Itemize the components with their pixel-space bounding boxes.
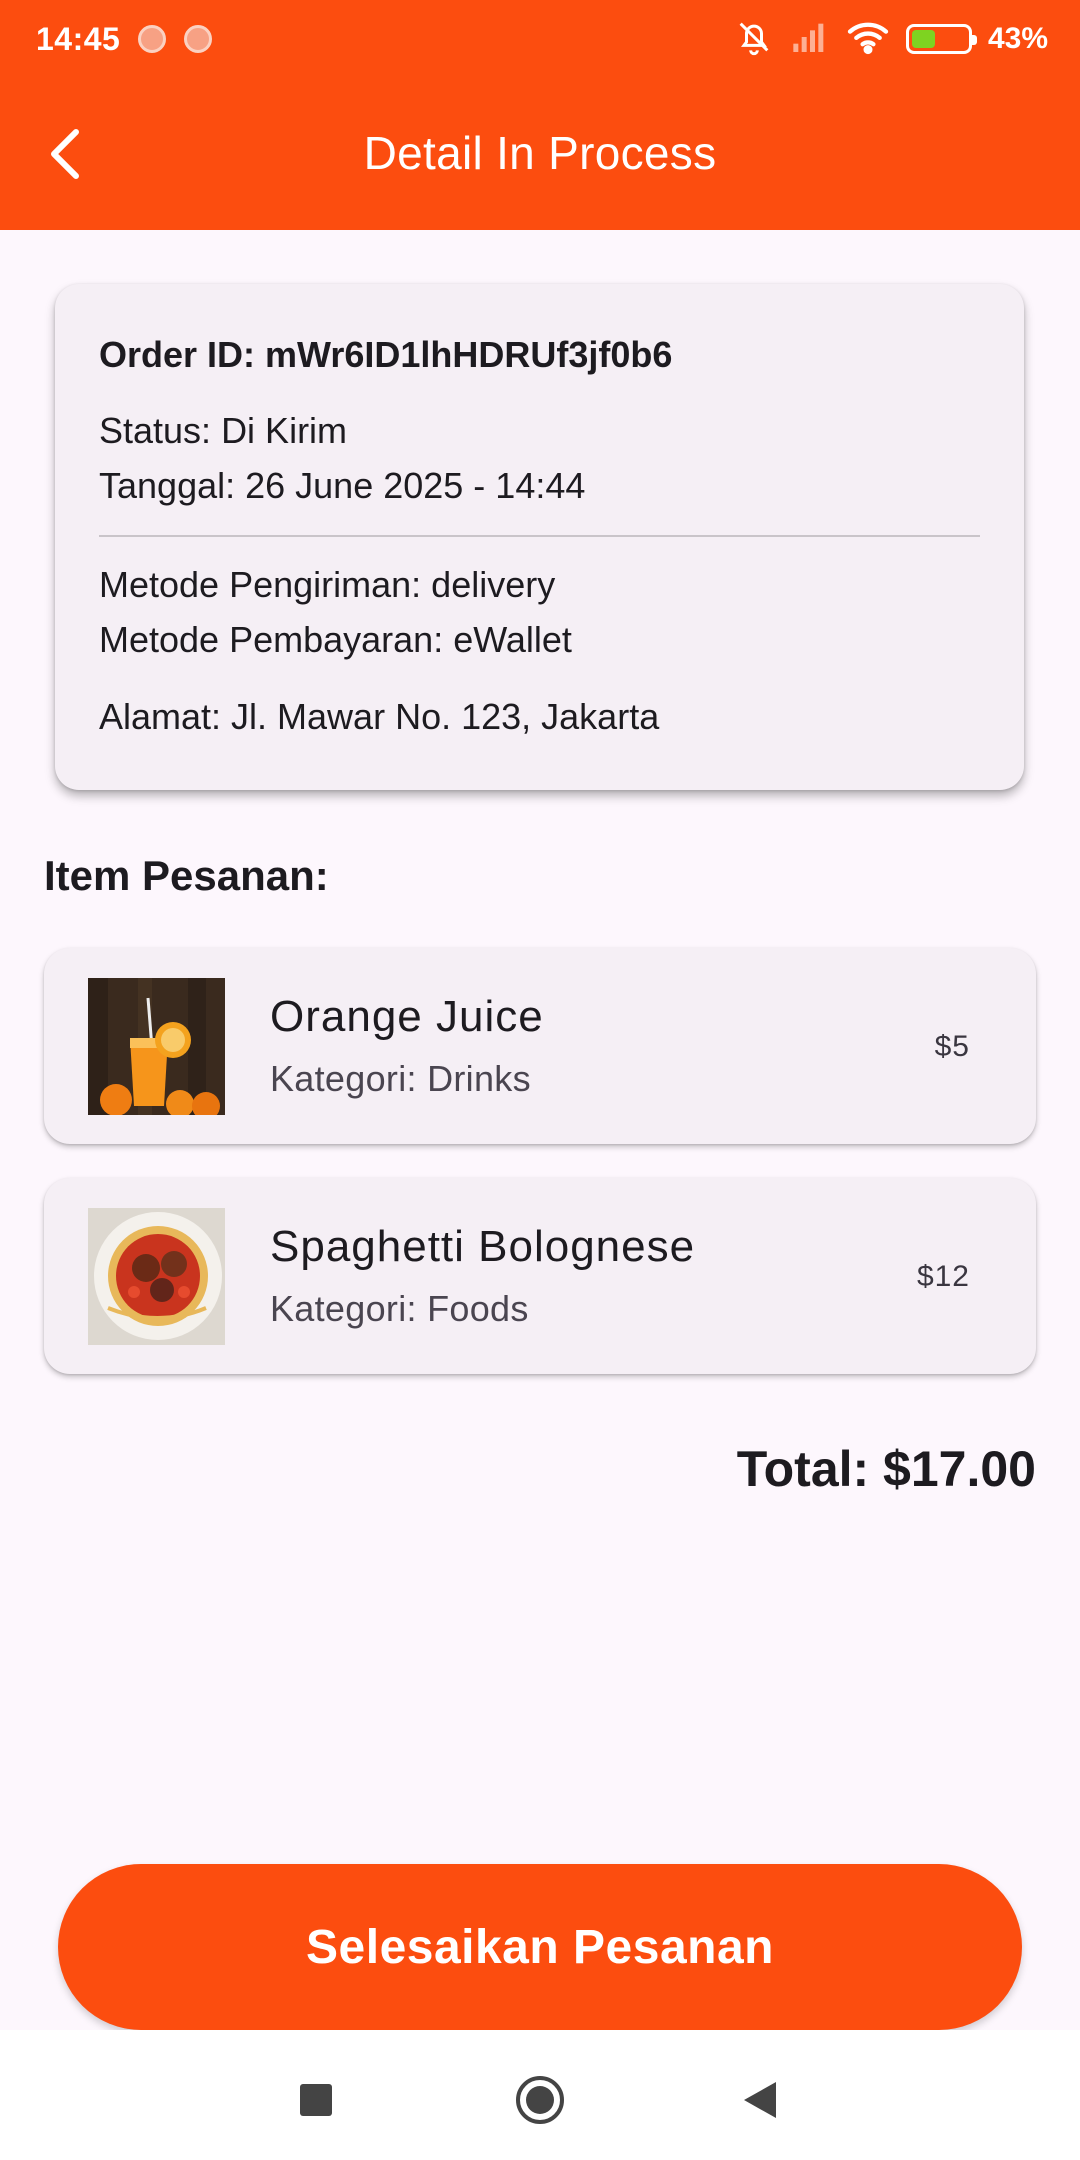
triangle-back-icon (744, 2082, 776, 2118)
order-status: Status: Di Kirim (99, 410, 348, 451)
wifi-icon (846, 19, 890, 60)
list-item[interactable]: Orange Juice Kategori: Drinks $5 (44, 948, 1036, 1144)
item-category: Kategori: Foods (270, 1288, 529, 1329)
item-price: $5 (934, 1030, 970, 1063)
item-name: Orange Juice (270, 992, 544, 1041)
signal-icon (790, 19, 830, 60)
shipping-address: Alamat: Jl. Mawar No. 123, Jakarta (99, 696, 660, 737)
shipping-method: Metode Pengiriman: delivery (99, 564, 556, 605)
order-info-card: Order ID: mWr6ID1lhHDRUf3jf0b6 Status: D… (55, 284, 1024, 790)
app-bar: Detail In Process (0, 78, 1080, 230)
spaghetti-image (88, 1208, 225, 1345)
order-date: Tanggal: 26 June 2025 - 14:44 (99, 465, 586, 506)
item-price: $12 (916, 1260, 970, 1293)
divider (99, 535, 980, 537)
home-button[interactable] (500, 2060, 580, 2140)
recents-button[interactable] (276, 2060, 356, 2140)
items-section-title: Item Pesanan: (44, 852, 329, 899)
order-total: Total: $17.00 (736, 1441, 1036, 1497)
payment-method: Metode Pembayaran: eWallet (99, 619, 572, 660)
notification-icon (138, 25, 167, 53)
status-time: 14:45 (36, 20, 121, 57)
item-category: Kategori: Drinks (270, 1058, 531, 1099)
battery-level (911, 30, 936, 48)
item-name: Spaghetti Bolognese (270, 1222, 696, 1271)
orange-juice-image (88, 978, 225, 1115)
battery-percent: 43% (987, 22, 1048, 55)
circle-icon (516, 2076, 564, 2124)
finish-order-button[interactable]: Selesaikan Pesanan (58, 1864, 1022, 2030)
list-item[interactable]: Spaghetti Bolognese Kategori: Foods $12 (44, 1178, 1036, 1374)
status-bar: 14:45 43% (0, 0, 1080, 78)
system-nav-bar (0, 2030, 1080, 2160)
status-right: 43% (734, 17, 1048, 62)
status-left: 14:45 (36, 20, 213, 58)
order-id: Order ID: mWr6ID1lhHDRUf3jf0b6 (99, 334, 673, 375)
square-icon (300, 2084, 332, 2116)
back-nav-button[interactable] (720, 2060, 800, 2140)
notification-icon (184, 25, 213, 53)
battery-icon (905, 24, 977, 54)
page-title: Detail In Process (363, 127, 717, 179)
bell-muted-icon (734, 17, 774, 62)
